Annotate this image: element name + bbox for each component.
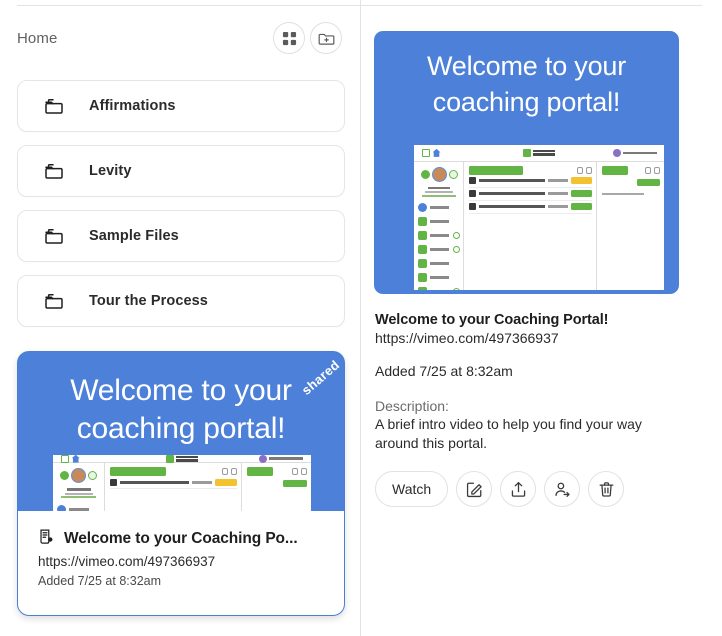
media-card-title: Welcome to your Coaching Po... <box>64 530 298 547</box>
portal-screenshot <box>414 145 664 290</box>
folder-icon <box>43 160 65 182</box>
grid-view-icon <box>282 31 297 46</box>
folder-list: Affirmations Levity Sample Files Tour th… <box>17 80 345 340</box>
edit-button[interactable] <box>456 471 493 507</box>
folder-label: Sample Files <box>89 228 179 244</box>
folder-row-levity[interactable]: Levity <box>17 145 345 197</box>
media-card-added: Added 7/25 at 8:32am <box>38 574 162 588</box>
person-add-icon <box>553 480 572 499</box>
watch-button[interactable]: Watch <box>375 471 449 507</box>
breadcrumb[interactable]: Home <box>17 30 57 47</box>
add-folder-button[interactable] <box>310 22 342 54</box>
detail-hero-title: Welcome to your coaching portal! <box>426 51 627 117</box>
left-panel-header: Home <box>0 16 360 60</box>
panel-top-divider <box>17 5 360 6</box>
detail-description: A brief intro video to help you find you… <box>375 416 642 451</box>
document-icon <box>38 528 55 550</box>
detail-hero[interactable]: Welcome to your coaching portal! <box>374 31 679 294</box>
media-card-hero: Welcome to your coaching portal! shared <box>18 352 344 527</box>
folder-icon <box>43 290 65 312</box>
header-actions <box>273 22 342 54</box>
detail-thumbnail <box>414 145 664 290</box>
folder-label: Levity <box>89 163 132 179</box>
media-card-url[interactable]: https://vimeo.com/497366937 <box>38 554 328 569</box>
detail-title: Welcome to your Coaching Portal! <box>375 312 609 328</box>
detail-url[interactable]: https://vimeo.com/497366937 <box>375 330 705 346</box>
edit-square-icon <box>465 480 484 499</box>
file-browser-app: Home Affirmations Levity Sample Files To… <box>0 0 722 636</box>
trash-icon <box>597 480 616 499</box>
add-person-button[interactable] <box>544 471 581 507</box>
detail-added: Added 7/25 at 8:32am <box>375 363 513 379</box>
folder-list-panel: Home Affirmations Levity Sample Files To… <box>0 0 361 636</box>
upload-share-icon <box>509 480 528 499</box>
folder-row-affirmations[interactable]: Affirmations <box>17 80 345 132</box>
detail-description-label: Description: <box>375 398 449 414</box>
media-card-hero-title: Welcome to your coaching portal! <box>70 374 292 445</box>
folder-row-sample-files[interactable]: Sample Files <box>17 210 345 262</box>
media-card-info: Welcome to your Coaching Po... https://v… <box>18 511 344 615</box>
add-folder-icon <box>318 30 335 47</box>
grid-view-button[interactable] <box>273 22 305 54</box>
folder-icon <box>43 95 65 117</box>
detail-action-row: Watch <box>375 471 625 507</box>
delete-button[interactable] <box>588 471 625 507</box>
media-card-selected[interactable]: Welcome to your coaching portal! shared <box>17 351 345 616</box>
detail-panel: Welcome to your coaching portal! Welcome… <box>361 0 722 636</box>
detail-top-divider <box>361 5 702 6</box>
share-button[interactable] <box>500 471 537 507</box>
folder-label: Affirmations <box>89 98 176 114</box>
detail-body: Welcome to your Coaching Portal! https:/… <box>375 312 705 453</box>
folder-label: Tour the Process <box>89 293 208 309</box>
folder-row-tour-the-process[interactable]: Tour the Process <box>17 275 345 327</box>
folder-icon <box>43 225 65 247</box>
